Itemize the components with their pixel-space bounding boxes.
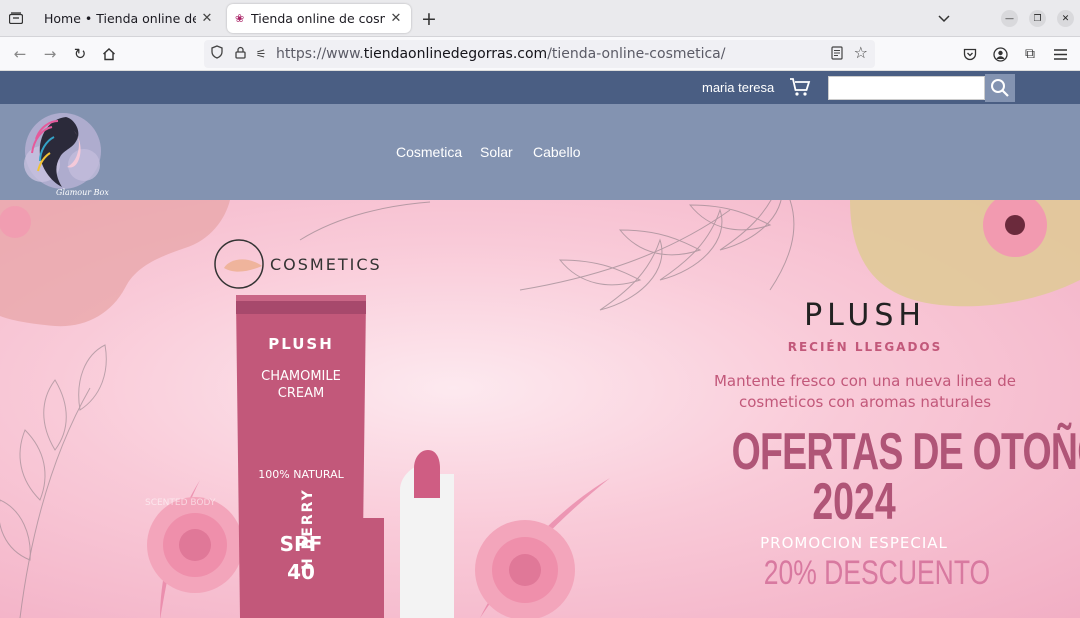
menu-item-solar[interactable]: Solar: [480, 144, 513, 160]
logo[interactable]: Glamour Box: [18, 109, 110, 197]
lock-icon[interactable]: [230, 46, 250, 63]
maximize-icon[interactable]: ❐: [1029, 10, 1046, 27]
back-arrow-icon[interactable]: ←: [10, 44, 30, 64]
menu-item-cabello[interactable]: Cabello: [533, 144, 580, 160]
tab-home[interactable]: Home • Tienda online de cosmetica ✕: [36, 4, 222, 33]
list-all-tabs-chevron-icon[interactable]: [933, 9, 955, 29]
new-tab-icon[interactable]: +: [418, 8, 440, 30]
tab-title: Home • Tienda online de cosmetica: [44, 11, 196, 26]
tab-list-icon[interactable]: [6, 9, 26, 27]
bookmark-star-icon[interactable]: ☆: [854, 43, 868, 62]
search-icon: [991, 79, 1009, 97]
hero-tagline-2: cosmeticos con aromas naturales: [738, 393, 992, 411]
home-icon[interactable]: [99, 44, 119, 64]
tab-tienda[interactable]: ❀ Tienda online de cosmetica ✕: [227, 4, 411, 33]
shield-icon[interactable]: [204, 45, 230, 63]
reader-view-icon[interactable]: [831, 46, 843, 64]
search-input[interactable]: [828, 76, 985, 100]
hero-offer-year: 2024: [812, 473, 896, 531]
lipstick-label-text: H BERRY: [300, 488, 316, 570]
url-domain: tiendaonlinedegorras.com: [363, 46, 548, 62]
forward-arrow-icon[interactable]: →: [40, 44, 60, 64]
menu-item-cosmetica[interactable]: Cosmetica: [396, 144, 462, 160]
address-bar[interactable]: ⚟ https://www.tiendaonlinedegorras.com/t…: [204, 40, 875, 68]
logo-text: Glamour Box: [56, 188, 109, 197]
logo-woman-face-icon: Glamour Box: [24, 113, 109, 197]
menu-hamburger-icon[interactable]: [1050, 44, 1070, 64]
tube-natural-text: 100% NATURAL: [258, 468, 344, 481]
tab-close-icon[interactable]: ✕: [200, 11, 214, 26]
tube-name-2: CREAM: [277, 386, 325, 401]
hero-banner[interactable]: COSMETICS PLUSH CHAMOMILE CREAM 100% NAT…: [0, 200, 1080, 618]
close-window-icon[interactable]: ✕: [1057, 10, 1074, 27]
minimize-icon[interactable]: —: [1001, 10, 1018, 27]
url-text: https://www.tiendaonlinedegorras.com/tie…: [276, 46, 725, 62]
tube-name-1: CHAMOMILE: [261, 369, 341, 384]
browser-tab-bar: Home • Tienda online de cosmetica ✕ ❀ Ti…: [0, 0, 1080, 37]
site-top-bar: maria teresa: [0, 71, 1080, 104]
url-path: /tienda-online-cosmetica/: [547, 46, 726, 62]
tab-close-icon[interactable]: ✕: [389, 11, 403, 26]
reload-icon[interactable]: ↻: [70, 44, 90, 64]
cosmetics-brand-text: COSMETICS: [270, 255, 382, 274]
cart-icon[interactable]: [789, 77, 811, 101]
tube-line-text: PLUSH: [268, 335, 334, 353]
hero-promo-text: PROMOCION ESPECIAL: [760, 534, 948, 552]
url-prefix: https://www.: [276, 46, 364, 62]
search-button[interactable]: [985, 74, 1015, 102]
site-favicon-icon: ❀: [235, 12, 245, 25]
account-icon[interactable]: [990, 44, 1010, 64]
hero-tagline-1: Mantente fresco con una nueva linea de: [713, 372, 1017, 390]
site-nav-bar: Glamour Box Cosmetica Solar Cabello: [0, 104, 1080, 200]
user-name-link[interactable]: maria teresa: [702, 80, 774, 95]
permissions-icon[interactable]: ⚟: [250, 47, 272, 61]
hero-headline: PLUSH: [804, 298, 926, 333]
hero-subheadline: RECIÉN LLEGADOS: [787, 340, 943, 354]
extensions-icon[interactable]: ⧉: [1020, 44, 1040, 64]
faded-label-text: SCENTED BODY: [145, 498, 216, 508]
tab-title: Tienda online de cosmetica: [251, 11, 385, 26]
browser-nav-bar: ← → ↻ ⚟ https://www.tiendaonlinedegorras…: [0, 37, 1080, 71]
pocket-icon[interactable]: [960, 44, 980, 64]
hero-discount-text: 20% DESCUENTO: [763, 554, 991, 592]
